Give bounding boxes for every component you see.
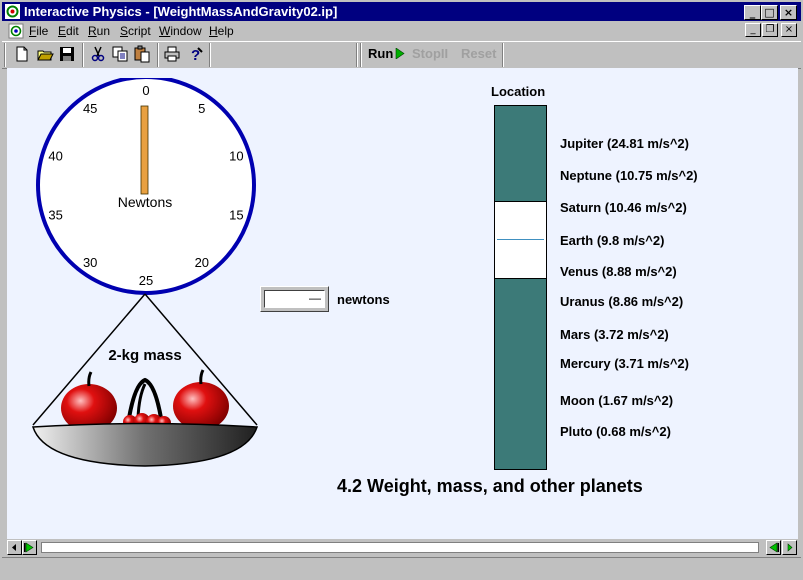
slider-indicator-line	[497, 239, 544, 240]
toolbar-separator	[157, 43, 159, 67]
maximize-button[interactable]: □	[761, 5, 778, 20]
horizontal-scrollbar[interactable]	[7, 540, 798, 555]
menu-help[interactable]: Help	[209, 24, 234, 38]
planet-option[interactable]: Uranus (8.86 m/s^2)	[560, 294, 683, 309]
scroll-track[interactable]	[41, 542, 759, 553]
copy-icon[interactable]	[111, 45, 131, 65]
dial-tick-label: 40	[48, 149, 62, 164]
toolbar-separator	[360, 43, 362, 67]
menu-window[interactable]: Window	[159, 24, 202, 38]
page-heading: 4.2 Weight, mass, and other planets	[337, 476, 643, 496]
save-disk-icon[interactable]	[58, 45, 78, 65]
new-file-icon[interactable]	[13, 45, 33, 65]
toolbar-separator	[209, 43, 211, 67]
planet-option[interactable]: Saturn (10.46 m/s^2)	[560, 200, 687, 215]
dial-tick-label: 30	[83, 255, 97, 270]
planet-option[interactable]: Earth (9.8 m/s^2)	[560, 233, 664, 248]
dial-tick-label: 10	[229, 149, 243, 164]
scale-pan[interactable]: 2-kg mass	[31, 292, 263, 472]
document-icon[interactable]	[8, 23, 24, 39]
menu-edit[interactable]: Edit	[58, 24, 79, 38]
menu-run[interactable]: Run	[88, 24, 110, 38]
meter-value: —	[309, 291, 321, 305]
simulation-workspace[interactable]: 0 5 10 15 20 25 30 35 40 45 Newtons 2-kg mass	[7, 68, 798, 539]
window-title: Interactive Physics - [WeightMassAndGrav…	[24, 4, 338, 19]
dial-tick-label: 5	[198, 101, 205, 116]
meter-unit-label: newtons	[337, 292, 390, 307]
print-icon[interactable]	[163, 45, 183, 65]
open-folder-icon[interactable]	[36, 45, 56, 65]
green-play-icon	[24, 542, 34, 553]
dial-unit-label: Newtons	[118, 194, 172, 210]
document-restore-button[interactable]: ❐	[762, 23, 778, 37]
force-meter[interactable]: —	[260, 286, 329, 312]
toolbar: ? Run StopII Reset	[2, 41, 801, 69]
close-button[interactable]: ×	[780, 5, 797, 20]
step-back-button[interactable]	[766, 540, 781, 555]
document-close-button[interactable]: ×	[781, 23, 797, 37]
planet-option[interactable]: Mercury (3.71 m/s^2)	[560, 356, 689, 371]
dial-tick-label: 45	[83, 101, 97, 116]
dial-tick-label: 15	[229, 207, 243, 222]
cherries	[123, 377, 171, 430]
planet-option[interactable]: Mars (3.72 m/s^2)	[560, 327, 669, 342]
dial-tick-label: 35	[48, 207, 62, 222]
stop-button[interactable]: StopII	[412, 46, 448, 61]
play-icon	[395, 47, 405, 60]
menu-script[interactable]: Script	[120, 24, 151, 38]
scroll-left-button[interactable]	[7, 540, 22, 555]
reset-button[interactable]: Reset	[461, 46, 496, 61]
run-button[interactable]: Run	[368, 46, 405, 61]
toolbar-separator	[356, 43, 358, 67]
location-slider-thumb[interactable]	[494, 201, 547, 279]
green-reverse-icon	[769, 542, 779, 553]
bowl	[31, 422, 259, 467]
menu-file[interactable]: File	[29, 24, 48, 38]
right-apple	[173, 369, 229, 430]
left-arrow-icon	[12, 544, 16, 551]
application-window: Interactive Physics - [WeightMassAndGrav…	[0, 0, 803, 580]
planet-option[interactable]: Moon (1.67 m/s^2)	[560, 393, 673, 408]
toolbar-grip	[4, 43, 6, 67]
dial-tick-label: 25	[139, 273, 153, 288]
help-icon[interactable]: ?	[186, 45, 206, 65]
meter-display: —	[264, 290, 325, 308]
location-title: Location	[491, 84, 546, 99]
step-forward-button[interactable]	[22, 540, 37, 555]
location-slider-track[interactable]	[494, 105, 547, 470]
dial-tick-label: 0	[142, 83, 149, 98]
status-bar	[2, 557, 801, 579]
minimize-button[interactable]: _	[744, 5, 761, 20]
left-apple	[61, 371, 117, 432]
planet-option[interactable]: Pluto (0.68 m/s^2)	[560, 424, 671, 439]
dial-tick-label: 20	[195, 255, 209, 270]
toolbar-separator	[82, 43, 84, 67]
planet-option[interactable]: Jupiter (24.81 m/s^2)	[560, 136, 689, 151]
mass-label: 2-kg mass	[108, 347, 181, 364]
app-icon	[5, 4, 20, 19]
title-bar[interactable]: Interactive Physics - [WeightMassAndGrav…	[2, 2, 801, 21]
toolbar-separator	[502, 43, 504, 67]
menu-bar: File Edit Run Script Window Help	[2, 22, 801, 40]
paste-icon[interactable]	[133, 45, 153, 65]
dial-needle	[140, 105, 149, 195]
scroll-right-button[interactable]	[782, 540, 797, 555]
planet-option[interactable]: Venus (8.88 m/s^2)	[560, 264, 677, 279]
document-minimize-button[interactable]: _	[745, 23, 761, 37]
planet-option[interactable]: Neptune (10.75 m/s^2)	[560, 168, 698, 183]
right-arrow-icon	[787, 543, 793, 552]
cut-scissors-icon[interactable]	[89, 45, 109, 65]
newton-dial[interactable]: 0 5 10 15 20 25 30 35 40 45 Newtons	[31, 78, 261, 298]
